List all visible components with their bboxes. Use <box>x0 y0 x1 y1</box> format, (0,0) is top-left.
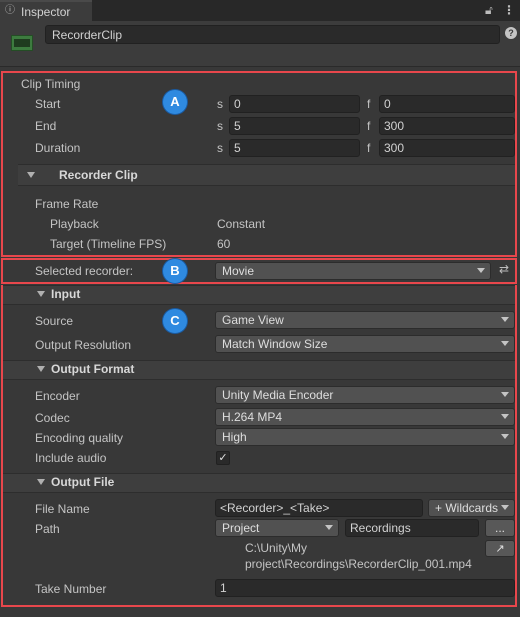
duration-label: Duration <box>35 141 81 155</box>
duration-f-label: f <box>367 141 371 155</box>
file-name-label: File Name <box>35 502 90 516</box>
clip-timing-title: Clip Timing <box>21 77 81 91</box>
open-folder-icon[interactable]: ↗ <box>485 540 515 557</box>
end-label: End <box>35 119 57 133</box>
full-path-line-1: C:\Unity\My <box>245 541 308 555</box>
duration-seconds-field[interactable]: 5 <box>229 139 360 157</box>
encoding-quality-dropdown[interactable]: High <box>215 428 515 446</box>
annotation-badge-c: C <box>163 309 187 333</box>
path-root-value: Project <box>222 521 260 535</box>
chevron-down-icon <box>501 392 509 397</box>
source-dropdown[interactable]: Game View <box>215 311 515 329</box>
output-file-title: Output File <box>51 475 115 489</box>
codec-value: H.264 MP4 <box>222 410 283 424</box>
tab-inspector-label: Inspector <box>21 5 71 19</box>
playback-label: Playback <box>50 217 99 231</box>
chevron-down-icon <box>477 268 485 273</box>
object-name-field[interactable]: RecorderClip <box>45 25 500 44</box>
target-fps-label: Target (Timeline FPS) <box>50 237 167 251</box>
chevron-down-icon <box>501 505 509 510</box>
path-label: Path <box>35 522 60 536</box>
tab-inspector[interactable]: ⓘ Inspector <box>0 0 92 21</box>
fold-down-icon[interactable] <box>27 172 35 178</box>
encoder-label: Encoder <box>35 389 80 403</box>
chevron-down-icon <box>501 317 509 322</box>
help-icon[interactable]: ? <box>505 27 517 39</box>
start-s-label: s <box>217 97 223 111</box>
take-number-label: Take Number <box>35 582 107 596</box>
output-resolution-value: Match Window Size <box>222 337 328 351</box>
end-frames-field[interactable]: 300 <box>379 117 515 135</box>
recorder-clip-title: Recorder Clip <box>59 168 138 182</box>
chevron-down-icon <box>501 434 509 439</box>
input-title: Input <box>51 287 81 301</box>
full-path-line-2: project\Recordings\RecorderClip_001.mp4 <box>245 557 472 571</box>
include-audio-label: Include audio <box>35 451 107 465</box>
annotation-badge-a: A <box>163 90 187 114</box>
chevron-down-icon <box>501 414 509 419</box>
preset-settings-icon[interactable]: ⇄ <box>499 262 509 276</box>
path-field[interactable]: Recordings <box>345 519 479 537</box>
target-fps-value: 60 <box>217 237 231 251</box>
fold-down-icon[interactable] <box>37 291 45 297</box>
output-format-title: Output Format <box>51 362 135 376</box>
selected-recorder-label: Selected recorder: <box>35 264 134 278</box>
duration-frames-field[interactable]: 300 <box>379 139 515 157</box>
include-audio-checkbox[interactable]: ✓ <box>216 451 230 465</box>
chevron-down-icon <box>501 341 509 346</box>
playback-value: Constant <box>217 217 266 231</box>
fold-down-icon[interactable] <box>37 479 45 485</box>
fold-down-icon[interactable] <box>37 366 45 372</box>
chevron-down-icon <box>325 525 333 530</box>
start-label: Start <box>35 97 61 111</box>
source-value: Game View <box>222 313 284 327</box>
wildcards-label: + Wildcards <box>435 501 499 515</box>
path-root-dropdown[interactable]: Project <box>215 519 339 537</box>
duration-s-label: s <box>217 141 223 155</box>
encoder-dropdown[interactable]: Unity Media Encoder <box>215 386 515 404</box>
encoding-quality-label: Encoding quality <box>35 431 124 445</box>
output-resolution-dropdown[interactable]: Match Window Size <box>215 335 515 353</box>
end-f-label: f <box>367 119 371 133</box>
frame-rate-label: Frame Rate <box>35 197 99 211</box>
info-icon: ⓘ <box>5 5 15 16</box>
start-seconds-field[interactable]: 0 <box>229 95 360 113</box>
encoding-quality-value: High <box>222 430 247 444</box>
output-resolution-label: Output Resolution <box>35 338 132 352</box>
selected-recorder-value: Movie <box>222 264 255 278</box>
start-f-label: f <box>367 97 371 111</box>
end-seconds-field[interactable]: 5 <box>229 117 360 135</box>
codec-label: Codec <box>35 411 70 425</box>
codec-dropdown[interactable]: H.264 MP4 <box>215 408 515 426</box>
wildcards-dropdown[interactable]: + Wildcards <box>428 499 515 517</box>
recorder-clip-icon <box>11 35 33 51</box>
file-name-field[interactable]: <Recorder>_<Take> <box>215 499 423 517</box>
take-number-field[interactable]: 1 <box>215 579 515 597</box>
browse-button[interactable]: ... <box>485 519 515 537</box>
annotation-badge-b: B <box>163 259 187 283</box>
encoder-value: Unity Media Encoder <box>222 388 334 402</box>
end-s-label: s <box>217 119 223 133</box>
lock-icon[interactable]: 🔓︎ <box>485 3 493 17</box>
source-label: Source <box>35 314 74 328</box>
selected-recorder-dropdown[interactable]: Movie <box>215 262 491 280</box>
kebab-menu-icon[interactable]: ⋮ <box>503 3 515 17</box>
start-frames-field[interactable]: 0 <box>379 95 515 113</box>
